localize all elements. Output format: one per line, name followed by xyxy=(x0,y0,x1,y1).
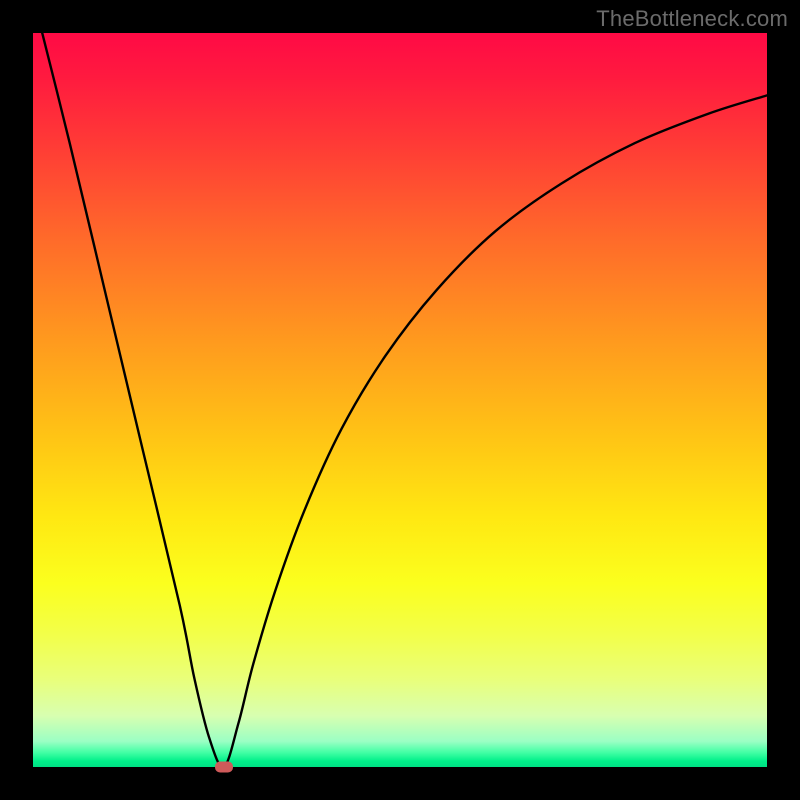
chart-frame: TheBottleneck.com xyxy=(0,0,800,800)
bottleneck-marker xyxy=(215,762,233,773)
watermark-label: TheBottleneck.com xyxy=(596,6,788,32)
bottleneck-curve xyxy=(33,33,767,767)
plot-area xyxy=(33,33,767,767)
